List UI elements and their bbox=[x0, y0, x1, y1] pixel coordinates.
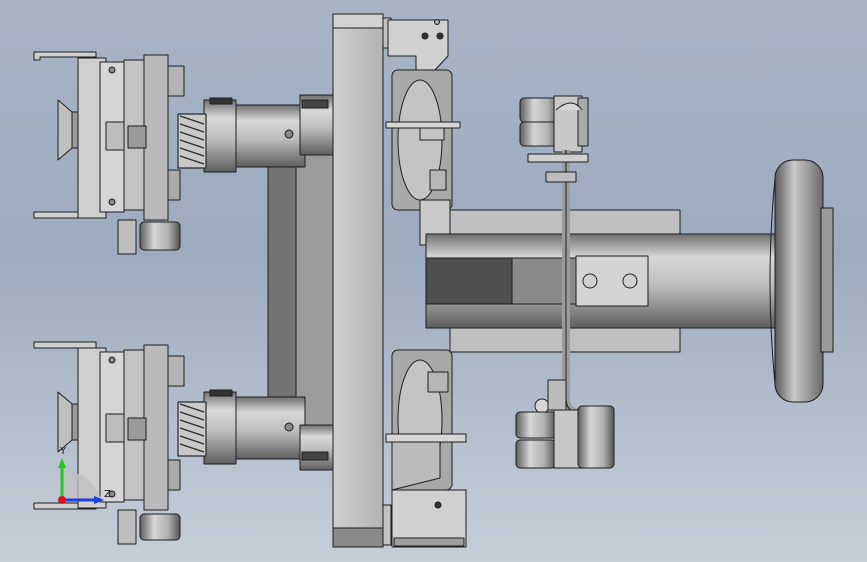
lower-gripper bbox=[33, 341, 185, 545]
model-canvas[interactable]: Y Z bbox=[0, 0, 867, 562]
main-mount-plate bbox=[332, 13, 384, 548]
triad-y-label: Y bbox=[59, 446, 67, 457]
cad-3d-viewport[interactable]: Y Z bbox=[0, 0, 867, 562]
end-wheel bbox=[774, 159, 824, 403]
upper-shaft bbox=[234, 104, 306, 168]
triad-x-axis bbox=[58, 496, 66, 504]
gripper-assembly bbox=[33, 13, 834, 548]
triad-z-label: Z bbox=[104, 489, 111, 500]
lower-shaft bbox=[234, 396, 306, 460]
upper-gripper bbox=[33, 51, 185, 255]
top-bracket bbox=[387, 19, 449, 71]
upper-fitting bbox=[519, 95, 589, 153]
lower-spring bbox=[177, 401, 207, 457]
lower-fitting bbox=[515, 379, 615, 469]
upper-spring bbox=[177, 113, 207, 169]
